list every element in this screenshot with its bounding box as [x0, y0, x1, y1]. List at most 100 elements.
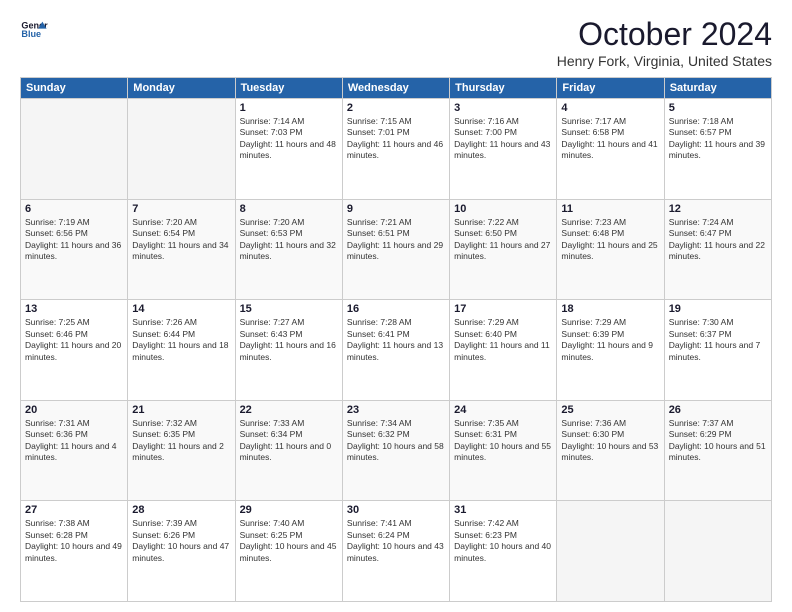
weekday-header-friday: Friday	[557, 78, 664, 99]
calendar-cell: 9 Sunrise: 7:21 AMSunset: 6:51 PMDaylight…	[342, 199, 449, 300]
calendar-cell	[664, 501, 771, 602]
cell-text: Sunrise: 7:23 AMSunset: 6:48 PMDaylight:…	[561, 217, 657, 261]
day-number: 31	[454, 504, 552, 516]
day-number: 26	[669, 404, 767, 416]
cell-text: Sunrise: 7:29 AMSunset: 6:39 PMDaylight:…	[561, 317, 653, 361]
calendar-cell: 14Sunrise: 7:26 AMSunset: 6:44 PMDayligh…	[128, 300, 235, 401]
day-number: 22	[240, 404, 338, 416]
calendar-cell: 26 Sunrise: 7:37 AMSunset: 6:29 PMDayligh…	[664, 400, 771, 501]
calendar-cell: 21 Sunrise: 7:32 AMSunset: 6:35 PMDayligh…	[128, 400, 235, 501]
day-number: 28	[132, 504, 230, 516]
cell-text: Sunrise: 7:15 AMSunset: 7:01 PMDaylight:…	[347, 116, 443, 160]
cell-text: Sunrise: 7:29 AMSunset: 6:40 PMDaylight:…	[454, 317, 550, 361]
day-number: 13	[25, 303, 123, 315]
day-number: 19	[669, 303, 767, 315]
calendar-cell: 25Sunrise: 7:36 AMSunset: 6:30 PMDayligh…	[557, 400, 664, 501]
cell-text: Sunrise: 7:17 AMSunset: 6:58 PMDaylight:…	[561, 116, 657, 160]
weekday-header-tuesday: Tuesday	[235, 78, 342, 99]
cell-text: Sunrise: 7:25 AMSunset: 6:46 PMDaylight:…	[25, 317, 121, 361]
cell-text: Sunrise: 7:36 AMSunset: 6:30 PMDaylight:…	[561, 418, 658, 462]
day-number: 5	[669, 102, 767, 114]
day-number: 15	[240, 303, 338, 315]
calendar-cell: 11 Sunrise: 7:23 AMSunset: 6:48 PMDayligh…	[557, 199, 664, 300]
day-number: 29	[240, 504, 338, 516]
cell-text: Sunrise: 7:30 AMSunset: 6:37 PMDaylight:…	[669, 317, 761, 361]
calendar-cell	[21, 99, 128, 200]
calendar-cell: 31 Sunrise: 7:42 AMSunset: 6:23 PMDayligh…	[450, 501, 557, 602]
calendar-week-2: 6Sunrise: 7:19 AMSunset: 6:56 PMDaylight…	[21, 199, 772, 300]
day-number: 23	[347, 404, 445, 416]
calendar-cell: 2 Sunrise: 7:15 AMSunset: 7:01 PMDaylight…	[342, 99, 449, 200]
day-number: 17	[454, 303, 552, 315]
day-number: 7	[132, 203, 230, 215]
day-number: 11	[561, 203, 659, 215]
cell-text: Sunrise: 7:35 AMSunset: 6:31 PMDaylight:…	[454, 418, 551, 462]
weekday-header-wednesday: Wednesday	[342, 78, 449, 99]
calendar-cell: 8 Sunrise: 7:20 AMSunset: 6:53 PMDaylight…	[235, 199, 342, 300]
day-number: 8	[240, 203, 338, 215]
calendar-cell: 29 Sunrise: 7:40 AMSunset: 6:25 PMDayligh…	[235, 501, 342, 602]
calendar-cell: 28 Sunrise: 7:39 AMSunset: 6:26 PMDayligh…	[128, 501, 235, 602]
cell-text: Sunrise: 7:20 AMSunset: 6:53 PMDaylight:…	[240, 217, 336, 261]
calendar-cell: 3Sunrise: 7:16 AMSunset: 7:00 PMDaylight…	[450, 99, 557, 200]
calendar-cell: 10Sunrise: 7:22 AMSunset: 6:50 PMDayligh…	[450, 199, 557, 300]
calendar-cell: 23 Sunrise: 7:34 AMSunset: 6:32 PMDayligh…	[342, 400, 449, 501]
header: General Blue October 2024 Henry Fork, Vi…	[20, 16, 772, 69]
calendar-cell: 7 Sunrise: 7:20 AMSunset: 6:54 PMDaylight…	[128, 199, 235, 300]
weekday-header-sunday: Sunday	[21, 78, 128, 99]
page: General Blue October 2024 Henry Fork, Vi…	[0, 0, 792, 612]
day-number: 3	[454, 102, 552, 114]
weekday-header-saturday: Saturday	[664, 78, 771, 99]
calendar-cell	[557, 501, 664, 602]
day-number: 2	[347, 102, 445, 114]
calendar-cell: 20Sunrise: 7:31 AMSunset: 6:36 PMDayligh…	[21, 400, 128, 501]
calendar-cell: 18Sunrise: 7:29 AMSunset: 6:39 PMDayligh…	[557, 300, 664, 401]
calendar-week-4: 20Sunrise: 7:31 AMSunset: 6:36 PMDayligh…	[21, 400, 772, 501]
cell-text: Sunrise: 7:34 AMSunset: 6:32 PMDaylight:…	[347, 418, 444, 462]
calendar-cell: 13 Sunrise: 7:25 AMSunset: 6:46 PMDayligh…	[21, 300, 128, 401]
calendar-cell: 12 Sunrise: 7:24 AMSunset: 6:47 PMDayligh…	[664, 199, 771, 300]
cell-text: Sunrise: 7:28 AMSunset: 6:41 PMDaylight:…	[347, 317, 443, 361]
cell-text: Sunrise: 7:42 AMSunset: 6:23 PMDaylight:…	[454, 518, 551, 562]
month-title: October 2024	[557, 16, 772, 53]
cell-text: Sunrise: 7:21 AMSunset: 6:51 PMDaylight:…	[347, 217, 443, 261]
title-block: October 2024 Henry Fork, Virginia, Unite…	[557, 16, 772, 69]
day-number: 12	[669, 203, 767, 215]
calendar-cell: 27 Sunrise: 7:38 AMSunset: 6:28 PMDayligh…	[21, 501, 128, 602]
cell-text: Sunrise: 7:37 AMSunset: 6:29 PMDaylight:…	[669, 418, 766, 462]
cell-text: Sunrise: 7:39 AMSunset: 6:26 PMDaylight:…	[132, 518, 229, 562]
calendar-cell: 24Sunrise: 7:35 AMSunset: 6:31 PMDayligh…	[450, 400, 557, 501]
weekday-header-row: SundayMondayTuesdayWednesdayThursdayFrid…	[21, 78, 772, 99]
cell-text: Sunrise: 7:40 AMSunset: 6:25 PMDaylight:…	[240, 518, 337, 562]
cell-text: Sunrise: 7:33 AMSunset: 6:34 PMDaylight:…	[240, 418, 332, 462]
cell-text: Sunrise: 7:20 AMSunset: 6:54 PMDaylight:…	[132, 217, 228, 261]
calendar-cell: 30Sunrise: 7:41 AMSunset: 6:24 PMDayligh…	[342, 501, 449, 602]
day-number: 21	[132, 404, 230, 416]
cell-text: Sunrise: 7:26 AMSunset: 6:44 PMDaylight:…	[132, 317, 228, 361]
day-number: 27	[25, 504, 123, 516]
calendar-cell: 19 Sunrise: 7:30 AMSunset: 6:37 PMDayligh…	[664, 300, 771, 401]
location-title: Henry Fork, Virginia, United States	[557, 53, 772, 69]
calendar-cell: 15 Sunrise: 7:27 AMSunset: 6:43 PMDayligh…	[235, 300, 342, 401]
cell-text: Sunrise: 7:18 AMSunset: 6:57 PMDaylight:…	[669, 116, 765, 160]
calendar-cell: 6Sunrise: 7:19 AMSunset: 6:56 PMDaylight…	[21, 199, 128, 300]
calendar-cell: 22 Sunrise: 7:33 AMSunset: 6:34 PMDayligh…	[235, 400, 342, 501]
calendar-cell: 17 Sunrise: 7:29 AMSunset: 6:40 PMDayligh…	[450, 300, 557, 401]
logo-icon: General Blue	[20, 16, 48, 44]
calendar-week-1: 1Sunrise: 7:14 AMSunset: 7:03 PMDaylight…	[21, 99, 772, 200]
calendar-cell: 1Sunrise: 7:14 AMSunset: 7:03 PMDaylight…	[235, 99, 342, 200]
calendar-cell: 4 Sunrise: 7:17 AMSunset: 6:58 PMDaylight…	[557, 99, 664, 200]
day-number: 30	[347, 504, 445, 516]
svg-text:Blue: Blue	[21, 29, 41, 39]
day-number: 20	[25, 404, 123, 416]
cell-text: Sunrise: 7:38 AMSunset: 6:28 PMDaylight:…	[25, 518, 122, 562]
calendar-week-3: 13 Sunrise: 7:25 AMSunset: 6:46 PMDayligh…	[21, 300, 772, 401]
day-number: 9	[347, 203, 445, 215]
cell-text: Sunrise: 7:27 AMSunset: 6:43 PMDaylight:…	[240, 317, 336, 361]
weekday-header-thursday: Thursday	[450, 78, 557, 99]
cell-text: Sunrise: 7:24 AMSunset: 6:47 PMDaylight:…	[669, 217, 765, 261]
cell-text: Sunrise: 7:32 AMSunset: 6:35 PMDaylight:…	[132, 418, 224, 462]
weekday-header-monday: Monday	[128, 78, 235, 99]
day-number: 4	[561, 102, 659, 114]
day-number: 10	[454, 203, 552, 215]
